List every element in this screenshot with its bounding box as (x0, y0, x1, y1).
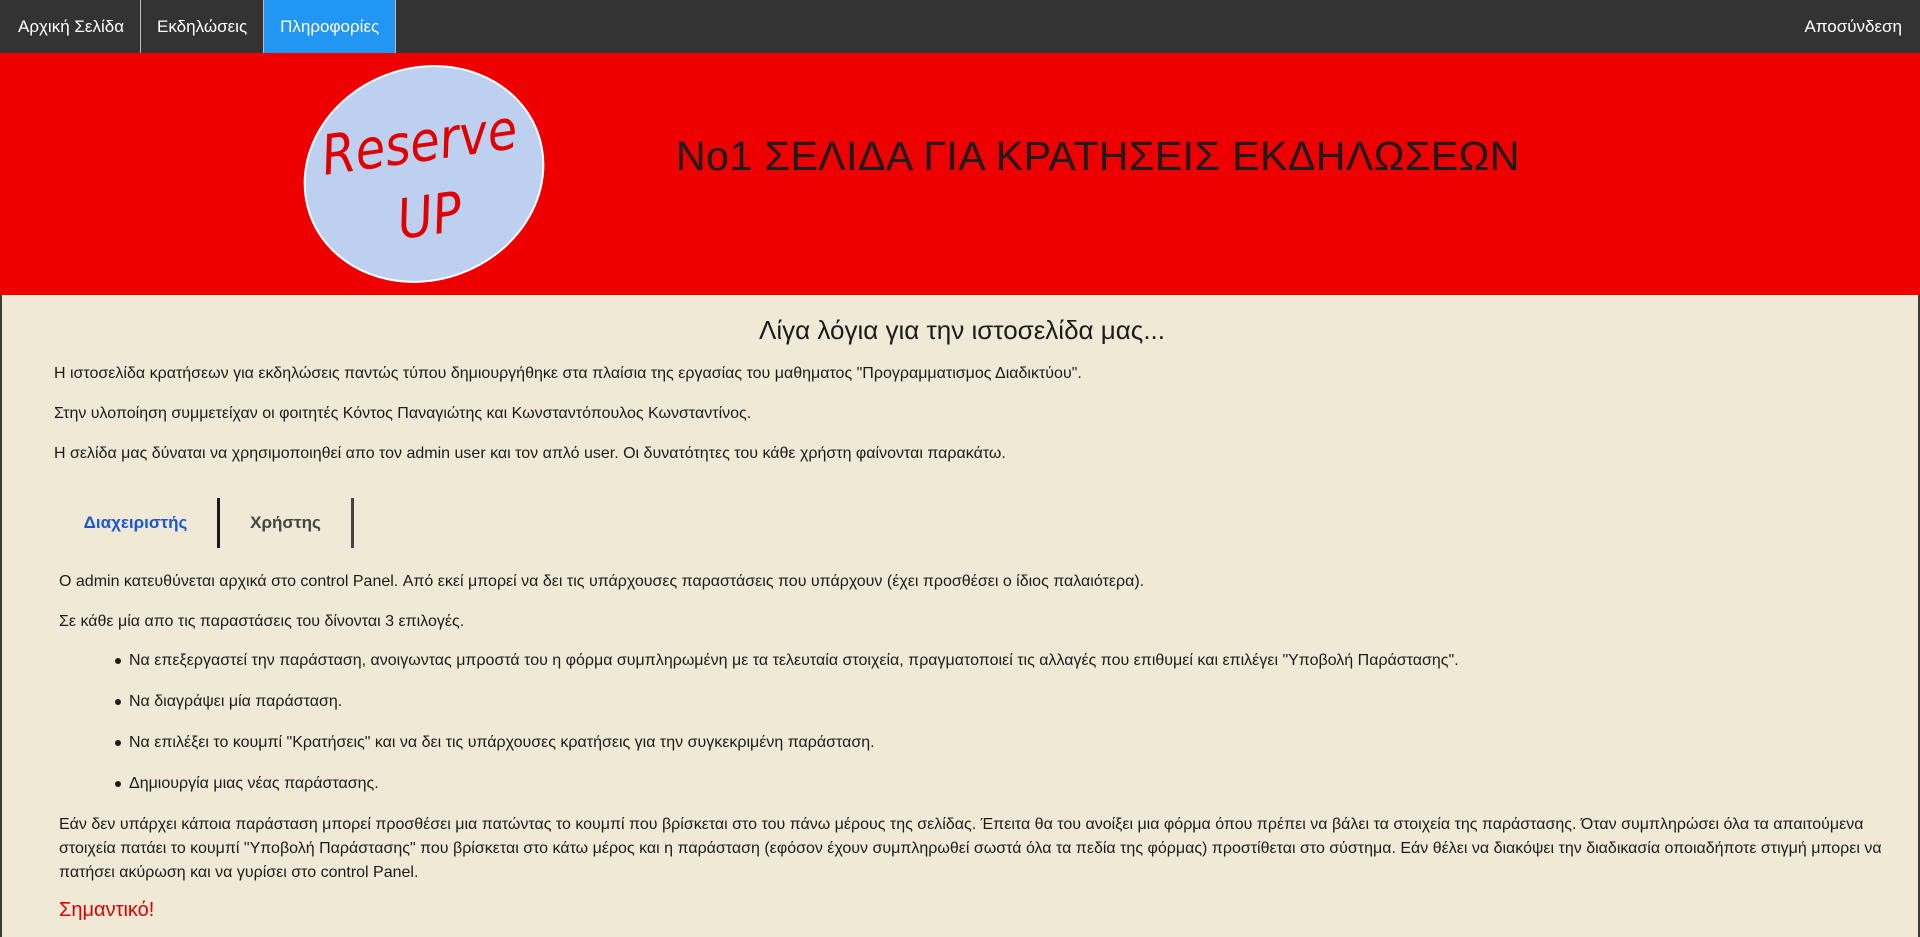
list-item: Να επεξεργαστεί την παράσταση, ανοιγωντα… (112, 651, 1459, 692)
admin-intro: O admin κατευθύνεται αρχικά στο control … (59, 573, 1145, 590)
important-heading: Σημαντικό! (59, 899, 155, 921)
admin-add-paragraph: Εάν δεν υπάρχει κάποια παράσταση μπορεί … (59, 816, 1882, 881)
admin-options-list: Να επεξεργαστεί την παράσταση, ανοιγωντα… (112, 651, 1459, 815)
tab-admin[interactable]: Διαχειριστής (54, 498, 220, 548)
banner-title: No1 ΣΕΛΙΔΑ ΓΙΑ ΚΡΑΤΗΣΕΙΣ ΕΚΔΗΛΩΣΕΩΝ (676, 133, 1520, 179)
about-paragraph-3: Η σελίδα μας δύναται να χρησιμοποιηθεί α… (54, 445, 1006, 462)
about-paragraph-2: Στην υλοποίηση συμμετείχαν οι φοιτητές Κ… (54, 405, 752, 422)
list-item: Να διαγράψει μία παράσταση. (112, 692, 1459, 733)
logo-text-up: UP (393, 180, 467, 252)
nav-home-link[interactable]: Αρχική Σελίδα (0, 0, 142, 53)
role-tabs: Διαχειριστής Χρήστης (54, 498, 354, 548)
top-navbar: Αρχική Σελίδα Εκδηλώσεις Πληροφορίες Απο… (0, 0, 1920, 53)
logo-ellipse: Reserve UP (303, 65, 545, 283)
nav-logout-link[interactable]: Αποσύνδεση (1788, 0, 1920, 53)
about-paragraph-1: Η ιστοσελίδα κρατήσεων για εκδηλώσεις πα… (54, 365, 1082, 382)
tab-user[interactable]: Χρήστης (220, 498, 354, 548)
admin-options-intro: Σε κάθε μία απο τις παραστάσεις του δίνο… (59, 613, 465, 630)
nav-events-link[interactable]: Εκδηλώσεις (141, 0, 265, 53)
list-item: Να επιλέξει το κουμπί "Κρατήσεις" και να… (112, 733, 1459, 774)
about-title: Λίγα λόγια για την ιστοσελίδα μας... (758, 315, 1166, 345)
list-item: Δημιουργία μιας νέας παράστασης. (112, 774, 1459, 815)
reserve-up-logo: Reserve UP (298, 65, 550, 283)
main-content: Λίγα λόγια για την ιστοσελίδα μας... Η ι… (0, 295, 1920, 937)
nav-info-link[interactable]: Πληροφορίες (264, 0, 397, 53)
header-banner: Reserve UP No1 ΣΕΛΙΔΑ ΓΙΑ ΚΡΑΤΗΣΕΙΣ ΕΚΔΗ… (0, 53, 1920, 295)
